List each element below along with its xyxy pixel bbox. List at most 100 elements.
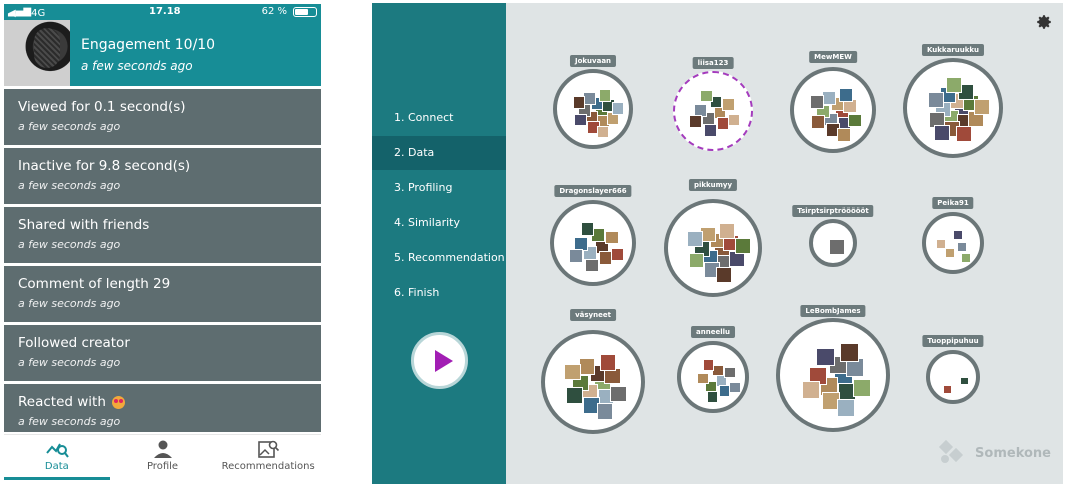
step-similarity[interactable]: 4. Similarity bbox=[372, 206, 506, 240]
user-profile-circle[interactable] bbox=[553, 69, 633, 149]
content-thumbnail bbox=[960, 253, 971, 264]
event-title: Inactive for 9.8 second(s) bbox=[18, 158, 191, 174]
content-thumbnail bbox=[927, 91, 944, 108]
step-data[interactable]: 2. Data bbox=[372, 136, 506, 170]
status-carrier: ◀ Camera ▂▄▆ 4G bbox=[8, 6, 47, 30]
content-thumbnail bbox=[4, 20, 70, 86]
brand-name: Somekone bbox=[975, 445, 1051, 461]
tab-recommendations-label: Recommendations bbox=[221, 461, 315, 472]
play-button[interactable] bbox=[411, 332, 468, 389]
content-thumbnail bbox=[719, 223, 735, 239]
status-bar: ◀ Camera ▂▄▆ 4G 17.18 62 % bbox=[4, 4, 321, 30]
user-profile-circle[interactable] bbox=[922, 212, 984, 274]
content-thumbnail bbox=[839, 87, 853, 102]
content-thumbnail bbox=[829, 239, 845, 255]
event-time: a few seconds ago bbox=[18, 179, 121, 192]
engagement-card[interactable]: Engagement 10/10 a few seconds ago bbox=[4, 20, 321, 86]
content-thumbnail bbox=[811, 114, 826, 129]
engagement-title: Engagement 10/10 bbox=[81, 37, 216, 53]
user-name-label: Jokuvaan bbox=[569, 55, 617, 67]
user-profile-circle[interactable] bbox=[664, 199, 762, 297]
content-thumbnail bbox=[610, 247, 625, 262]
phone-app: ◀ Camera ▂▄▆ 4G 17.18 62 % Engagement 10… bbox=[4, 4, 321, 480]
event-item[interactable]: Shared with friends a few seconds ago bbox=[4, 207, 321, 263]
engagement-time: a few seconds ago bbox=[81, 59, 193, 73]
user-name-label: Dragonslayer666 bbox=[554, 185, 632, 197]
person-icon bbox=[153, 440, 172, 458]
user-name-label: Tuoppipuhuu bbox=[922, 335, 984, 347]
event-list: Viewed for 0.1 second(s) a few seconds a… bbox=[4, 86, 321, 432]
content-thumbnail bbox=[933, 125, 950, 142]
user-name-label: Peika91 bbox=[932, 197, 974, 209]
status-battery-text: 62 % bbox=[261, 6, 287, 17]
user-name-label: väsyneet bbox=[570, 309, 616, 321]
content-thumbnail bbox=[699, 89, 713, 103]
gear-icon[interactable] bbox=[1035, 13, 1053, 31]
content-thumbnail bbox=[816, 347, 835, 367]
event-item[interactable]: Reacted with a few seconds ago bbox=[4, 384, 321, 432]
content-thumbnail bbox=[716, 267, 733, 284]
step-recommendation[interactable]: 5. Recommendation bbox=[372, 241, 506, 275]
content-thumbnail bbox=[596, 125, 610, 139]
content-thumbnail bbox=[604, 230, 619, 245]
event-item[interactable]: Comment of length 29 a few seconds ago bbox=[4, 266, 321, 322]
heart-eyes-emoji-icon bbox=[111, 395, 125, 409]
content-thumbnail bbox=[611, 101, 625, 115]
brand-logo: Somekone bbox=[937, 438, 1051, 468]
battery-icon bbox=[293, 7, 317, 17]
user-profile-circle[interactable] bbox=[926, 350, 980, 404]
user-profile-circle[interactable] bbox=[673, 71, 753, 151]
step-finish[interactable]: 6. Finish bbox=[372, 276, 506, 310]
status-time: 17.18 bbox=[149, 6, 181, 17]
content-thumbnail bbox=[706, 391, 719, 403]
content-thumbnail bbox=[697, 372, 709, 385]
event-item[interactable]: Followed creator a few seconds ago bbox=[4, 325, 321, 381]
chart-search-icon bbox=[46, 443, 69, 458]
tab-data[interactable]: Data bbox=[4, 435, 110, 480]
content-thumbnail bbox=[687, 231, 703, 248]
content-thumbnail bbox=[973, 98, 990, 115]
event-time: a few seconds ago bbox=[18, 415, 121, 428]
user-profile-circle[interactable] bbox=[903, 58, 1003, 158]
content-thumbnail bbox=[735, 238, 751, 255]
content-thumbnail bbox=[821, 91, 836, 105]
tab-profile[interactable]: Profile bbox=[110, 435, 216, 480]
content-thumbnail bbox=[943, 385, 952, 394]
content-thumbnail bbox=[598, 89, 612, 103]
content-thumbnail bbox=[722, 97, 736, 111]
content-thumbnail bbox=[836, 128, 851, 143]
content-thumbnail bbox=[802, 380, 821, 399]
user-name-label: anneellu bbox=[691, 326, 735, 338]
content-thumbnail bbox=[596, 403, 614, 420]
event-time: a few seconds ago bbox=[18, 238, 121, 251]
event-item[interactable]: Viewed for 0.1 second(s) a few seconds a… bbox=[4, 89, 321, 145]
user-name-label: Tsirptsirptröööööt bbox=[792, 205, 874, 217]
somekone-logo-icon bbox=[938, 439, 964, 463]
event-title: Comment of length 29 bbox=[18, 276, 171, 292]
step-profiling[interactable]: 3. Profiling bbox=[372, 171, 506, 205]
content-thumbnail bbox=[572, 96, 586, 109]
tab-data-label: Data bbox=[44, 461, 69, 472]
user-name-label: Kukkaruukku bbox=[921, 44, 985, 56]
event-item[interactable]: Inactive for 9.8 second(s) a few seconds… bbox=[4, 148, 321, 204]
user-profile-circle[interactable] bbox=[550, 200, 636, 286]
content-thumbnail bbox=[580, 221, 595, 236]
user-profile-circle[interactable] bbox=[541, 330, 645, 434]
user-profile-circle[interactable] bbox=[677, 341, 749, 413]
step-connect[interactable]: 1. Connect bbox=[372, 101, 506, 135]
image-search-icon bbox=[258, 440, 280, 458]
event-time: a few seconds ago bbox=[18, 120, 121, 133]
user-profile-circle[interactable] bbox=[790, 67, 876, 153]
content-thumbnail bbox=[578, 358, 596, 376]
event-title: Shared with friends bbox=[18, 217, 150, 233]
content-thumbnail bbox=[585, 258, 599, 273]
user-profile-circle[interactable] bbox=[809, 219, 857, 267]
content-thumbnail bbox=[573, 113, 587, 127]
content-thumbnail bbox=[688, 114, 702, 128]
content-thumbnail bbox=[610, 385, 628, 403]
steps-sidebar: 1. Connect 2. Data 3. Profiling 4. Simil… bbox=[372, 3, 506, 484]
tab-recommendations[interactable]: Recommendations bbox=[215, 435, 321, 480]
user-profile-circle[interactable] bbox=[776, 318, 890, 432]
content-thumbnail bbox=[936, 239, 947, 250]
tab-bar: Data Profile Recommendations bbox=[4, 434, 321, 480]
